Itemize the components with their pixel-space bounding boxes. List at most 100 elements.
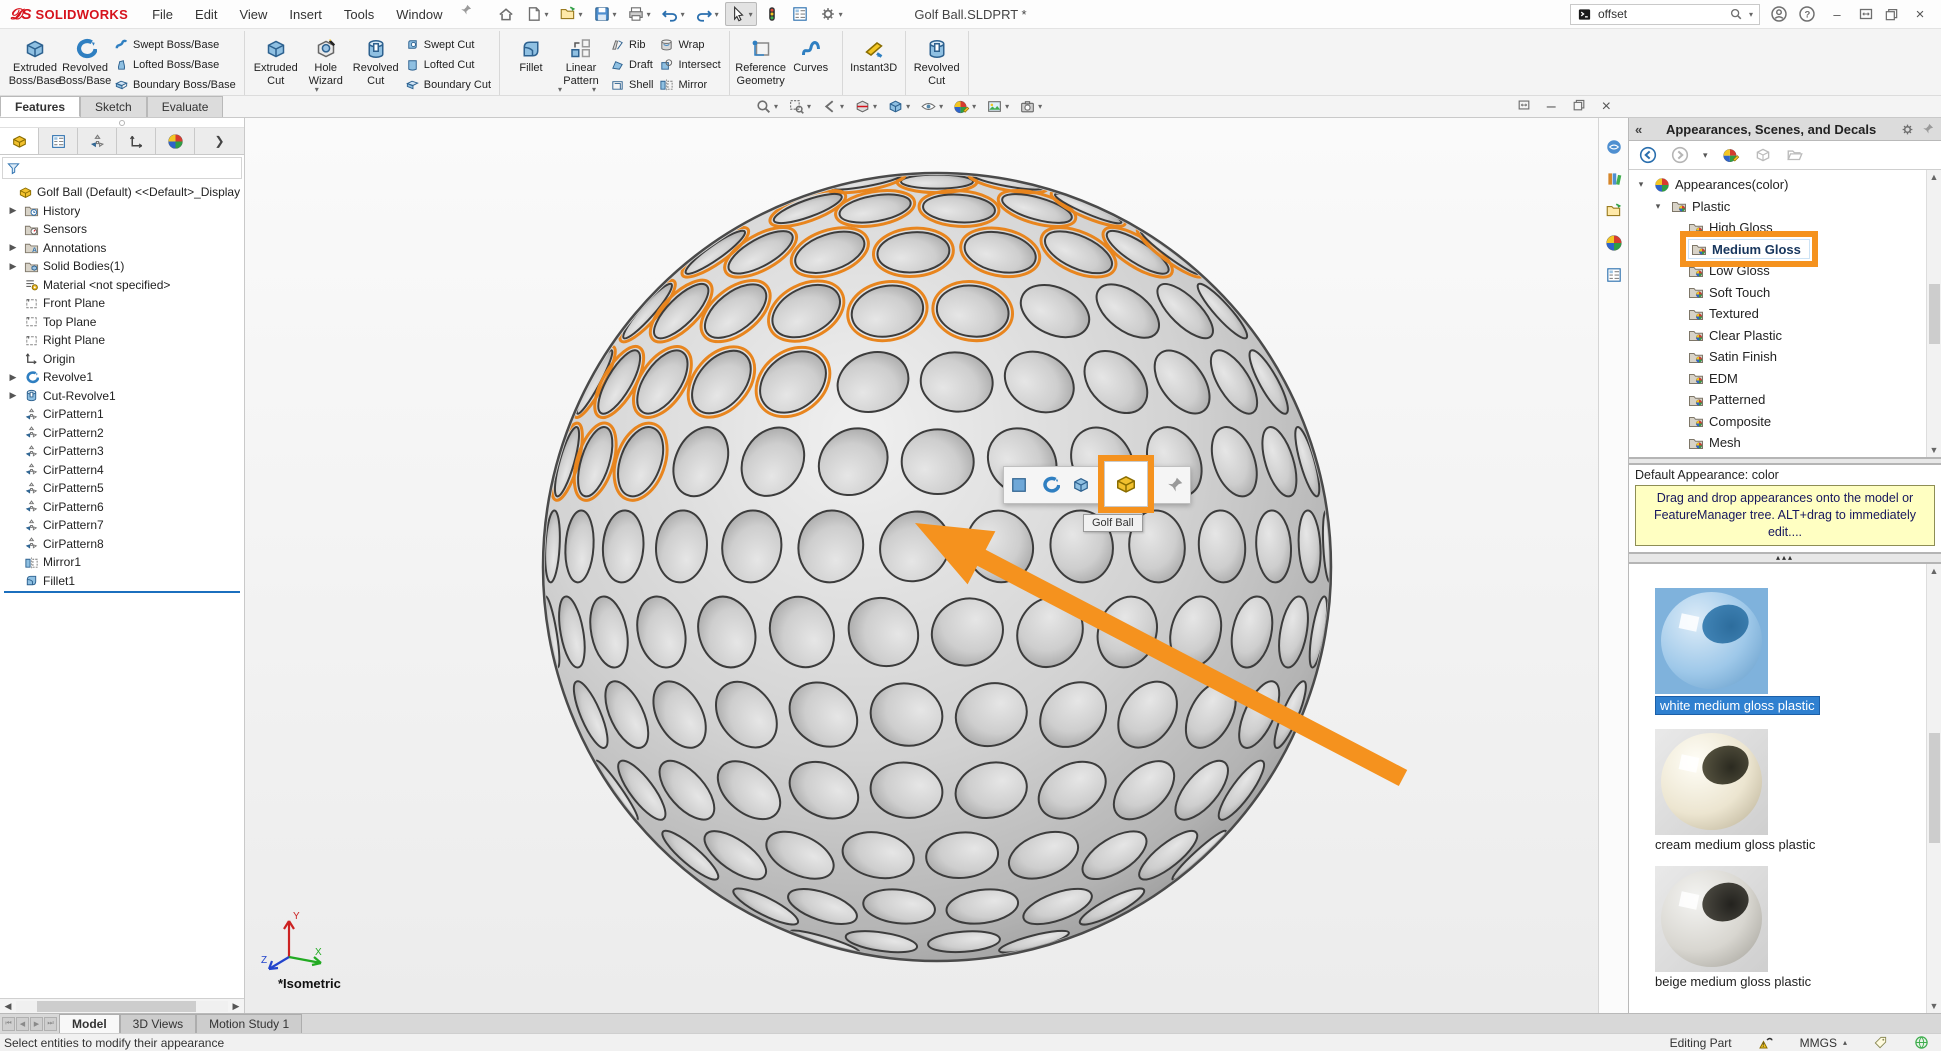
scroll-left-icon[interactable]: ◀ — [0, 1001, 16, 1012]
model-icon[interactable] — [1754, 146, 1772, 164]
appearance-category-satin-finish[interactable]: Satin Finish — [1629, 346, 1941, 368]
doc-layout-icon[interactable] — [1517, 98, 1531, 116]
gear-icon[interactable] — [1900, 122, 1915, 137]
close-icon[interactable]: × — [1909, 6, 1931, 23]
instant3d-button[interactable]: Instant3D — [849, 33, 899, 75]
fillet-button[interactable]: Fillet — [506, 33, 556, 75]
feature-tree-item-revolve1[interactable]: ▶Revolve1 — [0, 368, 244, 387]
appearances-tab-icon[interactable] — [1605, 234, 1623, 252]
feature-tree-item-top-plane[interactable]: Top Plane — [0, 313, 244, 332]
tab-features[interactable]: Features — [0, 96, 80, 117]
feature-tree-item-golf-ball-default-default-disp[interactable]: Golf Ball (Default) <<Default>_Display S… — [0, 183, 244, 202]
feature-tree-item-front-plane[interactable]: Front Plane — [0, 294, 244, 313]
prev-tab-icon[interactable]: ◀ — [16, 1017, 29, 1031]
swept-boss-base-button[interactable]: Swept Boss/Base — [114, 35, 236, 54]
tab-evaluate[interactable]: Evaluate — [147, 96, 224, 117]
units-selector[interactable]: MMGS ▴ — [1800, 1036, 1847, 1050]
open-folder-icon[interactable] — [1786, 146, 1804, 164]
display-style-icon[interactable]: ▾ — [887, 98, 910, 115]
apply-scene-icon[interactable]: ▾ — [986, 98, 1009, 115]
redo-icon[interactable]: ▾ — [691, 2, 723, 26]
dropdown-icon[interactable]: ▾ — [1703, 150, 1708, 161]
swept-cut-button[interactable]: Swept Cut — [405, 35, 491, 54]
view-settings-icon[interactable]: ▾ — [1019, 98, 1042, 115]
feature-tree-item-cirpattern5[interactable]: CirPattern5 — [0, 479, 244, 498]
pane-tabs-overflow-icon[interactable]: ❯ — [195, 128, 244, 154]
appearance-category-patterned[interactable]: Patterned — [1629, 389, 1941, 411]
part-icon[interactable] — [1114, 472, 1138, 496]
tab-sketch[interactable]: Sketch — [80, 96, 147, 117]
body-icon[interactable] — [1071, 475, 1091, 495]
swatch-thumbnail[interactable] — [1655, 588, 1768, 694]
feature-tree-item-mirror1[interactable]: Mirror1 — [0, 553, 244, 572]
feature-tree-item-cirpattern6[interactable]: CirPattern6 — [0, 498, 244, 517]
appearance-swatch-white[interactable]: white medium gloss plastic — [1655, 588, 1941, 715]
feature-tree-item-cirpattern2[interactable]: CirPattern2 — [0, 424, 244, 443]
appearance-category-edm[interactable]: EDM — [1629, 368, 1941, 390]
layout-icon[interactable] — [1858, 6, 1874, 22]
menu-tools[interactable]: Tools — [334, 3, 384, 26]
appearance-category-textured[interactable]: Textured — [1629, 303, 1941, 325]
zoom-fit-icon[interactable]: ▾ — [755, 98, 778, 115]
sw-resources-icon[interactable] — [1605, 138, 1623, 156]
hole-wizard-button[interactable]: Hole Wizard — [301, 33, 351, 87]
units-dropdown-icon[interactable]: ▴ — [1843, 1038, 1847, 1047]
feature-tree-item-right-plane[interactable]: Right Plane — [0, 331, 244, 350]
revolved-cut-button[interactable]: Revolved Cut — [351, 33, 401, 87]
doc-minimize-icon[interactable]: – — [1547, 98, 1556, 116]
feature-tree-item-annotations[interactable]: ▶AAnnotations — [0, 239, 244, 258]
file-properties-icon[interactable] — [787, 2, 813, 26]
scroll-down-icon[interactable]: ▼ — [1930, 445, 1939, 455]
edit-appearance-icon[interactable]: ▾ — [953, 98, 976, 115]
appearance-category-appearances-color-[interactable]: ▾Appearances(color) — [1629, 174, 1941, 196]
select-cursor-icon[interactable]: ▾ — [725, 2, 757, 26]
scroll-down-icon[interactable]: ▼ — [1930, 1001, 1939, 1011]
last-tab-icon[interactable]: ⏭ — [44, 1017, 57, 1031]
panel-splitter[interactable] — [0, 118, 244, 128]
appearance-category-clear-plastic[interactable]: Clear Plastic — [1629, 325, 1941, 347]
menu-file[interactable]: File — [142, 3, 183, 26]
face-icon[interactable] — [1009, 475, 1029, 495]
shell-button[interactable]: Shell — [610, 75, 653, 94]
feature-tree-item-cirpattern1[interactable]: CirPattern1 — [0, 405, 244, 424]
rebuild-icon[interactable] — [759, 2, 785, 26]
feature-tree-item-origin[interactable]: Origin — [0, 350, 244, 369]
swatch-thumbnail[interactable] — [1655, 729, 1768, 835]
menu-pin-icon[interactable] — [459, 3, 473, 26]
tags-icon[interactable] — [1873, 1035, 1888, 1050]
new-document-icon[interactable]: ▾ — [521, 2, 553, 26]
user-icon[interactable] — [1770, 5, 1788, 23]
appearances-tree-scrollbar[interactable]: ▲▼ — [1926, 170, 1941, 457]
design-library-icon[interactable] — [1605, 170, 1623, 188]
print-icon[interactable]: ▾ — [623, 2, 655, 26]
feature-tree-item-cirpattern8[interactable]: CirPattern8 — [0, 535, 244, 554]
appearance-category-high-gloss[interactable]: High Gloss — [1629, 217, 1941, 239]
previous-view-icon[interactable]: ▾ — [821, 98, 844, 115]
feature-tree-item-cirpattern3[interactable]: CirPattern3 — [0, 442, 244, 461]
boundary-boss-base-button[interactable]: Boundary Boss/Base — [114, 75, 236, 94]
propertymanager-icon[interactable] — [39, 128, 78, 154]
search-icon[interactable] — [1729, 7, 1743, 21]
feature-tree-item-cirpattern4[interactable]: CirPattern4 — [0, 461, 244, 480]
tree-filter-input[interactable] — [2, 157, 242, 179]
search-dropdown-icon[interactable]: ▾ — [1749, 10, 1753, 19]
next-tab-icon[interactable]: ▶ — [30, 1017, 43, 1031]
pin-icon[interactable] — [1921, 122, 1935, 136]
featuremanager-hscrollbar[interactable]: ◀ ▶ — [0, 998, 244, 1013]
doc-restore-icon[interactable] — [1572, 98, 1586, 116]
boundary-cut-button[interactable]: Boundary Cut — [405, 75, 491, 94]
appearance-category-soft-touch[interactable]: Soft Touch — [1629, 282, 1941, 304]
doc-tab-3d-views[interactable]: 3D Views — [120, 1014, 196, 1033]
open-icon[interactable]: ▾ — [555, 2, 587, 26]
edit-appearance-icon[interactable] — [1722, 146, 1740, 164]
section-view-icon[interactable]: ▾ — [854, 98, 877, 115]
first-tab-icon[interactable]: ⏮ — [2, 1017, 15, 1031]
dimxpertmanager-icon[interactable] — [117, 128, 156, 154]
appearance-category-mesh[interactable]: Mesh — [1629, 432, 1941, 454]
hide-items-icon[interactable]: ▾ — [920, 98, 943, 115]
options-gear-icon[interactable]: ▾ — [815, 2, 847, 26]
intersect-button[interactable]: Intersect — [659, 55, 720, 74]
pane-splitter-handle[interactable]: ▴▴▴ — [1629, 552, 1941, 564]
appearance-swatch-beige[interactable]: beige medium gloss plastic — [1655, 866, 1941, 989]
appearance-category-composite[interactable]: Composite — [1629, 411, 1941, 433]
